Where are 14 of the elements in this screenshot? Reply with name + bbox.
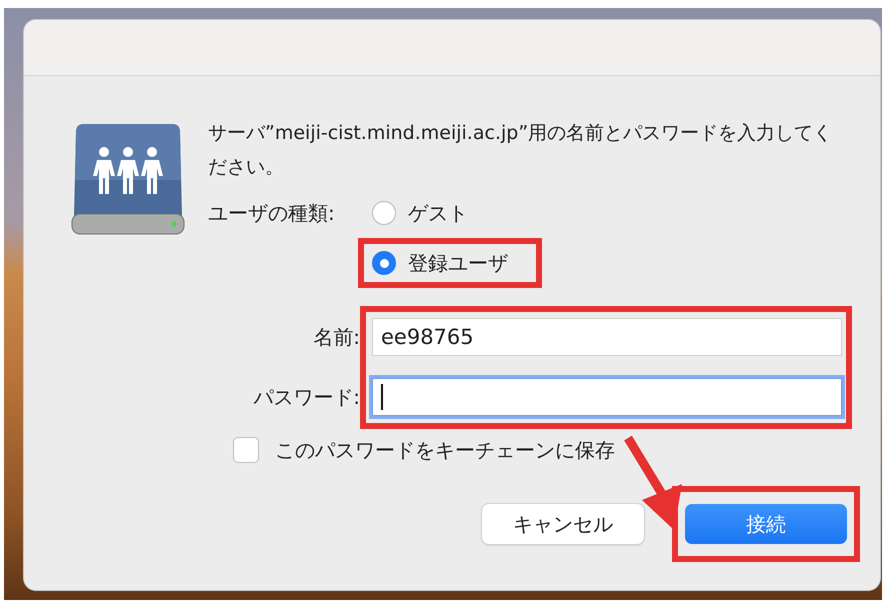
field-label: パスワード: [253, 384, 360, 411]
radio-button[interactable] [372, 201, 396, 225]
prompt-message: サーバ”meiji-cist.mind.meiji.ac.jp”用の名前とパスワードを入力してください。 [208, 121, 834, 180]
radio-label: ゲスト [408, 200, 468, 226]
password-field[interactable] [372, 378, 842, 416]
radio-label: 登録ユーザ [408, 250, 508, 276]
keychain-checkbox[interactable] [233, 437, 259, 463]
cancel-button[interactable]: キャンセル [482, 504, 644, 544]
keychain-label: このパスワードをキーチェーンに保存 [275, 437, 615, 464]
connect-button[interactable]: 接続 [685, 504, 847, 544]
radio-button[interactable] [372, 251, 396, 275]
name-field[interactable]: ee98765 [372, 318, 842, 356]
field-label: 名前: [313, 324, 360, 351]
user-type-label: ユーザの種類: [208, 200, 336, 227]
